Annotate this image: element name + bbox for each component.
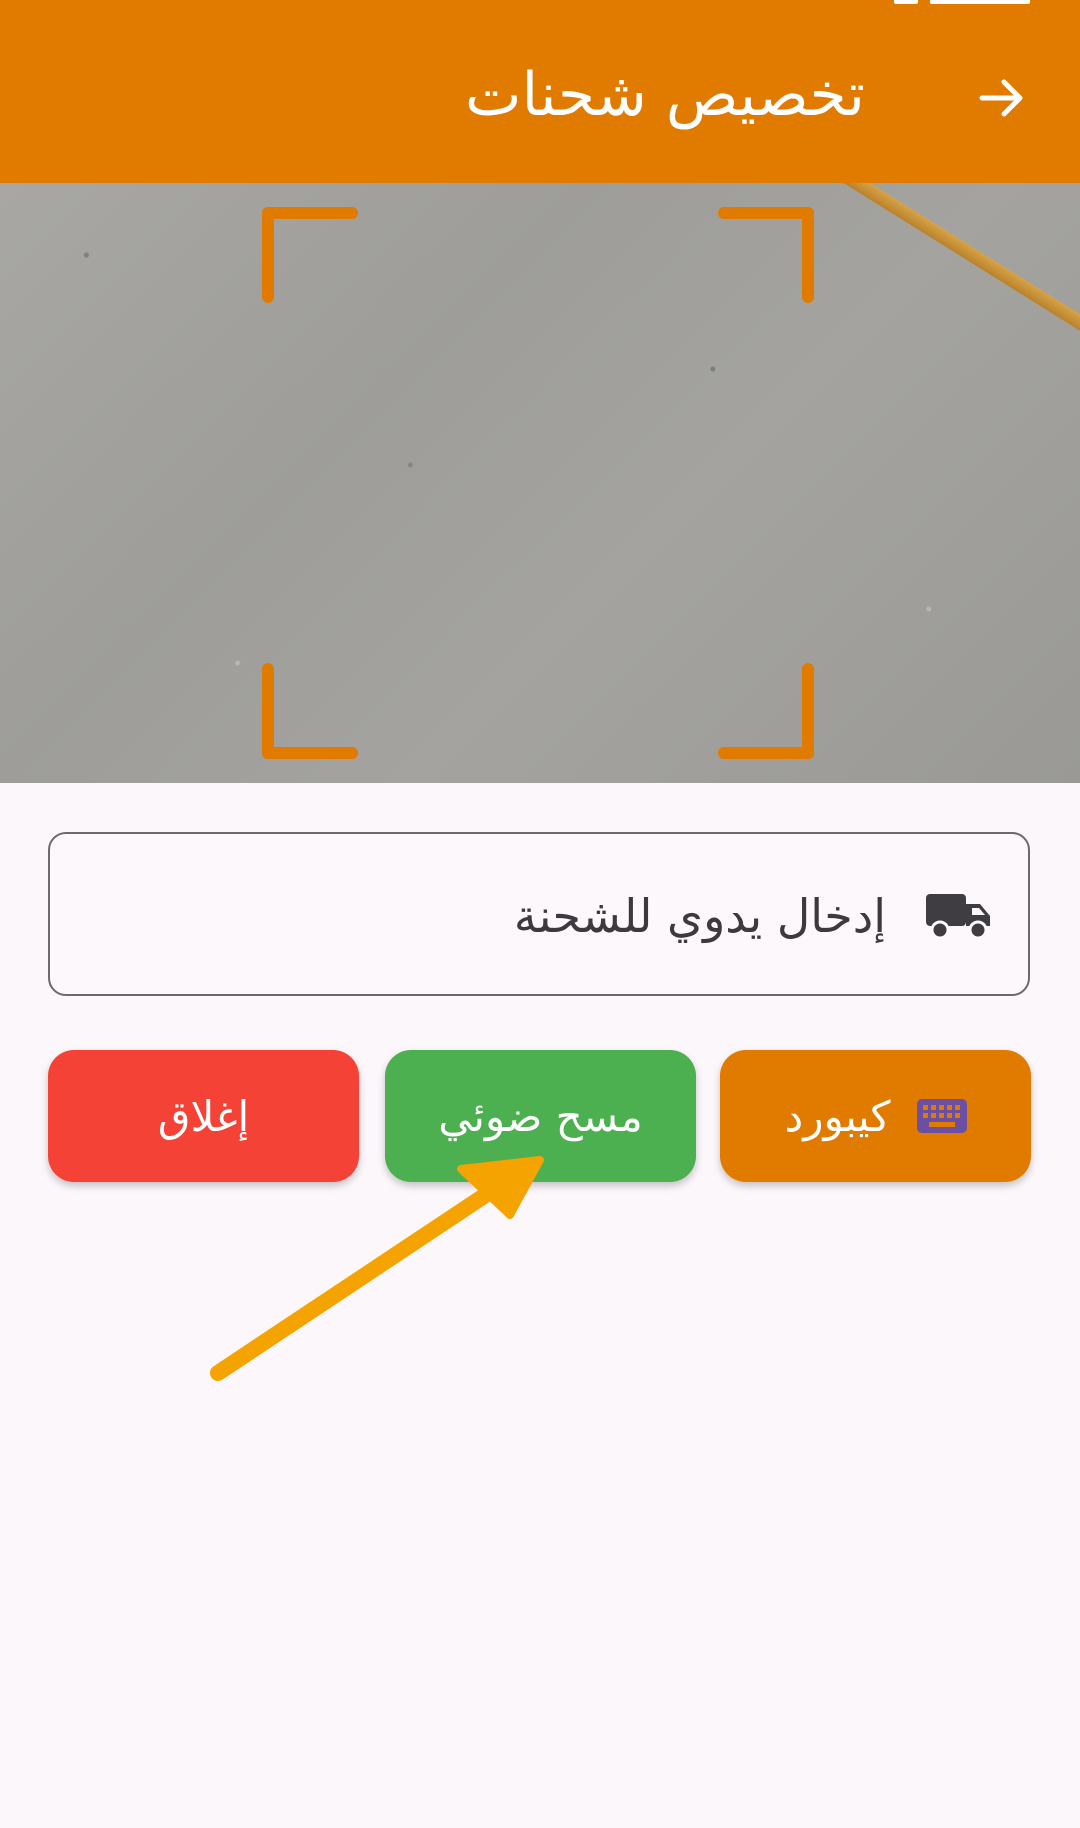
manual-entry-field[interactable]: إدخال يدوي للشحنة [48, 832, 1030, 996]
scan-frame-corner-bottom-right [718, 663, 814, 759]
scan-frame-corner-bottom-left [262, 663, 358, 759]
scan-frame-corner-top-right [718, 207, 814, 303]
camera-surface [0, 183, 1080, 783]
keyboard-button-label: كيبورد [784, 1091, 891, 1141]
optical-scan-button[interactable]: مسح ضوئي [385, 1050, 696, 1182]
keyboard-icon [916, 1099, 967, 1133]
close-button[interactable]: إغلاق [48, 1050, 359, 1182]
scan-frame-corner-top-left [262, 207, 358, 303]
camera-preview [0, 183, 1080, 783]
optical-scan-button-label: مسح ضوئي [438, 1091, 643, 1141]
page-title: تخصيص شحنات [464, 60, 865, 130]
close-button-label: إغلاق [157, 1091, 250, 1141]
keyboard-button[interactable]: كيبورد [720, 1050, 1031, 1182]
truck-icon [926, 894, 990, 940]
back-button[interactable] [972, 68, 1032, 128]
manual-entry-label: إدخال يدوي للشحنة [513, 889, 886, 943]
app-bar: تخصيص شحنات [0, 0, 1080, 183]
status-bar-fragment [894, 0, 1044, 6]
arrow-right-icon [979, 79, 1023, 117]
